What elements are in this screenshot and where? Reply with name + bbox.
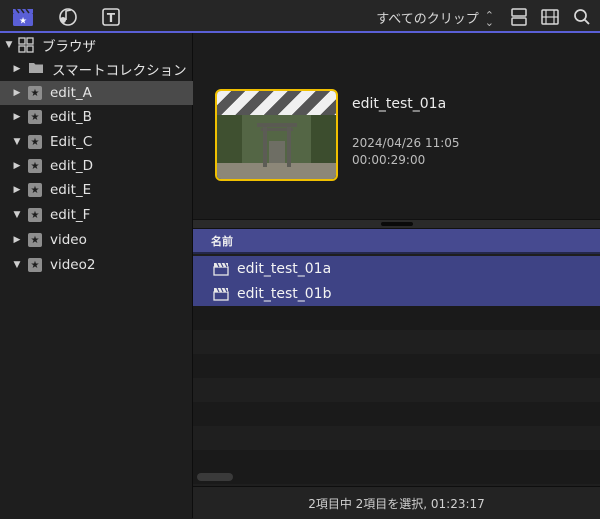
library-star-icon: ★ <box>28 258 42 272</box>
sidebar-item-label: edit_B <box>50 109 92 125</box>
toolbar: ★ T すべてのクリップ ⌃ ⌄ <box>0 0 600 33</box>
clip-filter-popup[interactable]: すべてのクリップ ⌃ ⌄ <box>376 8 494 29</box>
status-bar: 2項目中 2項目を選択, 01:23:17 <box>193 486 600 519</box>
sidebar-item-label: edit_F <box>50 207 91 223</box>
clip-icon <box>213 262 229 276</box>
sidebar-item-label: Edit_C <box>50 134 93 150</box>
sidebar-item-edit-c[interactable]: ★ Edit_C <box>0 130 200 154</box>
sidebar-browser-label: ブラウザ <box>42 39 96 55</box>
list-item[interactable]: edit_test_01a <box>193 256 600 281</box>
sidebar: ブラウザ スマートコレクション ★ edit_A ★ edit_B ★ Edit… <box>0 33 200 518</box>
list-empty-area <box>193 306 600 486</box>
sidebar-smart-collections-label: スマートコレクション <box>52 63 187 79</box>
sidebar-item-smart-collections[interactable]: スマートコレクション <box>0 57 200 81</box>
sidebar-item-video2[interactable]: ★ video2 <box>0 253 200 277</box>
library-star-icon: ★ <box>28 135 42 149</box>
disclosure-open-icon[interactable] <box>12 260 22 270</box>
sidebar-item-edit-a[interactable]: ★ edit_A <box>0 81 200 105</box>
clip-preview-area: edit_test_01a 2024/04/26 11:05 00:00:29:… <box>193 33 600 219</box>
photos-audio-icon[interactable] <box>56 6 78 28</box>
sidebar-item-edit-d[interactable]: ★ edit_D <box>0 154 200 178</box>
disclosure-open-icon[interactable] <box>12 137 22 147</box>
library-star-icon: ★ <box>28 208 42 222</box>
clip-filter-label: すべてのクリップ <box>376 12 479 27</box>
preview-clip-date: 2024/04/26 11:05 <box>352 136 460 150</box>
clip-thumbnail[interactable] <box>215 89 338 181</box>
sidebar-item-label: edit_D <box>50 158 94 174</box>
sidebar-browser-row[interactable]: ブラウザ <box>0 33 192 57</box>
titles-generators-icon[interactable]: T <box>100 6 122 28</box>
browser-grid-icon <box>18 37 34 53</box>
library-star-icon: ★ <box>28 233 42 247</box>
sidebar-item-video[interactable]: ★ video <box>0 228 200 252</box>
list-item-name: edit_test_01b <box>237 285 332 302</box>
clapper-icon <box>217 91 336 115</box>
disclosure-closed-icon[interactable] <box>12 88 22 98</box>
sidebar-item-edit-e[interactable]: ★ edit_E <box>0 178 200 202</box>
pane-divider[interactable] <box>193 219 600 229</box>
sidebar-item-edit-f[interactable]: ★ edit_F <box>0 203 200 227</box>
sidebar-item-label: video2 <box>50 257 96 273</box>
list-item[interactable]: edit_test_01b <box>193 281 600 306</box>
scrollbar-knob[interactable] <box>197 473 233 481</box>
disclosure-closed-icon[interactable] <box>12 161 22 171</box>
library-star-icon: ★ <box>28 159 42 173</box>
list-item-name: edit_test_01a <box>237 260 332 277</box>
search-icon[interactable] <box>573 6 591 28</box>
sidebar-item-edit-b[interactable]: ★ edit_B <box>0 105 200 129</box>
clip-icon <box>213 287 229 301</box>
library-star-icon: ★ <box>28 86 42 100</box>
disclosure-closed-icon[interactable] <box>12 235 22 245</box>
sidebar-item-label: edit_A <box>50 85 92 101</box>
chevron-updown-icon: ⌃ ⌄ <box>484 8 494 29</box>
library-star-icon: ★ <box>28 110 42 124</box>
thumbnail-image <box>217 115 336 179</box>
selection-status: 2項目中 2項目を選択, 01:23:17 <box>308 496 485 511</box>
disclosure-closed-icon[interactable] <box>12 64 22 74</box>
folder-icon <box>28 61 44 78</box>
sidebar-item-label: video <box>50 232 87 248</box>
filmstrip-icon[interactable] <box>541 6 559 28</box>
svg-text:★: ★ <box>19 17 27 27</box>
disclosure-closed-icon[interactable] <box>12 185 22 195</box>
clip-appearance-icon[interactable] <box>511 6 527 28</box>
svg-text:T: T <box>107 11 116 25</box>
preview-clip-name: edit_test_01a <box>352 96 447 112</box>
disclosure-open-icon[interactable] <box>12 210 22 220</box>
preview-clip-duration: 00:00:29:00 <box>352 153 426 167</box>
horizontal-scrollbar[interactable] <box>193 470 600 484</box>
libraries-icon[interactable]: ★ <box>12 6 34 28</box>
disclosure-open-icon[interactable] <box>4 40 14 50</box>
column-name-label: 名前 <box>211 234 233 248</box>
list-column-header-name[interactable]: 名前 <box>193 229 600 254</box>
divider-handle[interactable] <box>381 222 413 226</box>
sidebar-item-label: edit_E <box>50 182 92 198</box>
library-star-icon: ★ <box>28 183 42 197</box>
disclosure-closed-icon[interactable] <box>12 112 22 122</box>
